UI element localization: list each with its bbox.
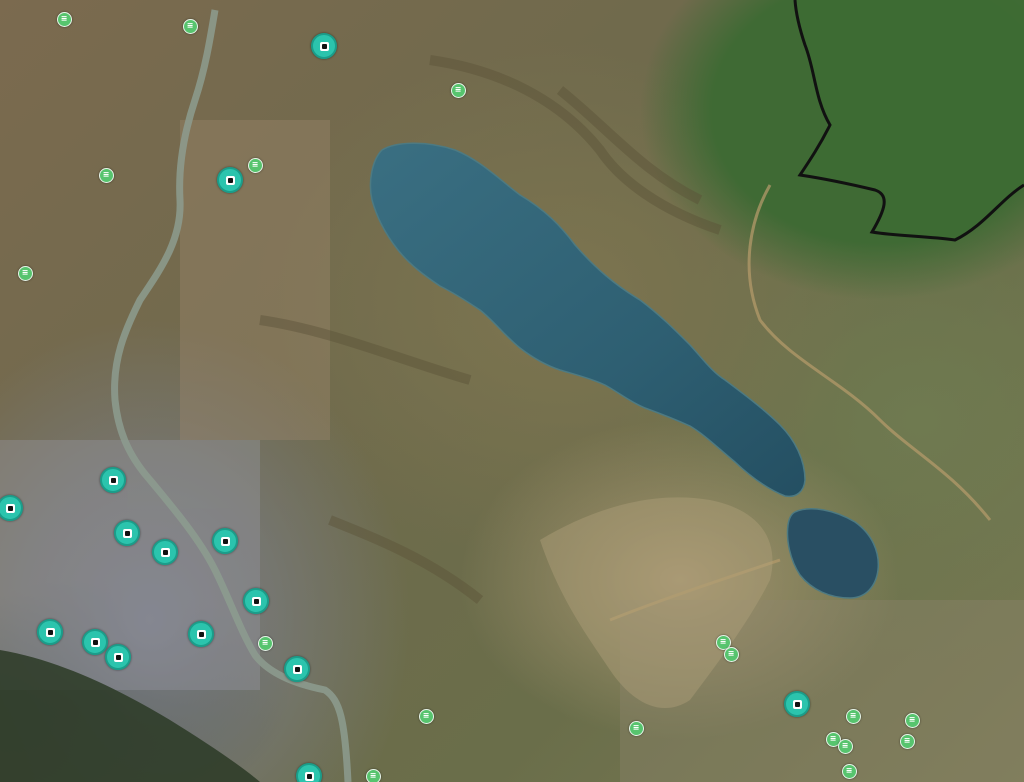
satellite-map[interactable]: ≡ ≡ ≡ ≡ ≡ ≡ ≡ ≡ ≡ ≡ ≡ ≡ ≡ ≡ ≡ ≡ ≡ ≡ — [0, 0, 1024, 782]
poi-icon: ≡ — [102, 169, 110, 179]
transit-station-icon — [304, 771, 314, 781]
map-marker-poi[interactable]: ≡ — [899, 733, 915, 749]
transit-station-icon — [196, 629, 206, 639]
map-marker-poi[interactable]: ≡ — [841, 763, 857, 779]
map-marker-station[interactable] — [188, 621, 214, 647]
poi-icon: ≡ — [60, 13, 68, 23]
poi-icon: ≡ — [186, 20, 194, 30]
marker-layer: ≡ ≡ ≡ ≡ ≡ ≡ ≡ ≡ ≡ ≡ ≡ ≡ ≡ ≡ ≡ ≡ ≡ ≡ — [0, 0, 1024, 782]
map-marker-station[interactable] — [100, 467, 126, 493]
transit-station-icon — [251, 596, 261, 606]
transit-station-icon — [225, 175, 235, 185]
map-marker-poi[interactable]: ≡ — [247, 157, 263, 173]
transit-station-icon — [319, 41, 329, 51]
map-marker-station[interactable] — [296, 763, 322, 782]
map-marker-poi[interactable]: ≡ — [845, 708, 861, 724]
map-marker-station[interactable] — [37, 619, 63, 645]
poi-icon: ≡ — [369, 770, 377, 780]
transit-station-icon — [122, 528, 132, 538]
poi-icon: ≡ — [719, 636, 727, 646]
map-marker-poi[interactable]: ≡ — [17, 265, 33, 281]
map-marker-poi[interactable]: ≡ — [418, 708, 434, 724]
map-marker-station[interactable] — [212, 528, 238, 554]
map-marker-poi[interactable]: ≡ — [723, 646, 739, 662]
map-marker-station[interactable] — [784, 691, 810, 717]
poi-icon: ≡ — [727, 648, 735, 658]
transit-station-icon — [45, 627, 55, 637]
poi-icon: ≡ — [829, 733, 837, 743]
map-marker-station[interactable] — [82, 629, 108, 655]
map-marker-poi[interactable]: ≡ — [365, 768, 381, 782]
map-marker-poi[interactable]: ≡ — [182, 18, 198, 34]
map-marker-station[interactable] — [114, 520, 140, 546]
poi-icon: ≡ — [21, 267, 29, 277]
poi-icon: ≡ — [422, 710, 430, 720]
transit-station-icon — [160, 547, 170, 557]
map-marker-station[interactable] — [152, 539, 178, 565]
map-marker-station[interactable] — [243, 588, 269, 614]
poi-icon: ≡ — [251, 159, 259, 169]
map-marker-station[interactable] — [217, 167, 243, 193]
poi-icon: ≡ — [261, 637, 269, 647]
map-marker-poi[interactable]: ≡ — [98, 167, 114, 183]
map-marker-station[interactable] — [105, 644, 131, 670]
map-marker-station[interactable] — [311, 33, 337, 59]
transit-station-icon — [108, 475, 118, 485]
map-marker-poi[interactable]: ≡ — [56, 11, 72, 27]
map-marker-poi[interactable]: ≡ — [450, 82, 466, 98]
map-marker-station[interactable] — [0, 495, 23, 521]
poi-icon: ≡ — [632, 722, 640, 732]
map-marker-station[interactable] — [284, 656, 310, 682]
transit-station-icon — [90, 637, 100, 647]
transit-station-icon — [113, 652, 123, 662]
poi-icon: ≡ — [908, 714, 916, 724]
map-marker-poi[interactable]: ≡ — [904, 712, 920, 728]
map-marker-poi[interactable]: ≡ — [628, 720, 644, 736]
poi-icon: ≡ — [454, 84, 462, 94]
poi-icon: ≡ — [845, 765, 853, 775]
poi-icon: ≡ — [903, 735, 911, 745]
map-marker-poi[interactable]: ≡ — [837, 738, 853, 754]
transit-station-icon — [792, 699, 802, 709]
map-marker-poi[interactable]: ≡ — [257, 635, 273, 651]
transit-station-icon — [292, 664, 302, 674]
transit-station-icon — [220, 536, 230, 546]
transit-station-icon — [5, 503, 15, 513]
poi-icon: ≡ — [841, 740, 849, 750]
poi-icon: ≡ — [849, 710, 857, 720]
